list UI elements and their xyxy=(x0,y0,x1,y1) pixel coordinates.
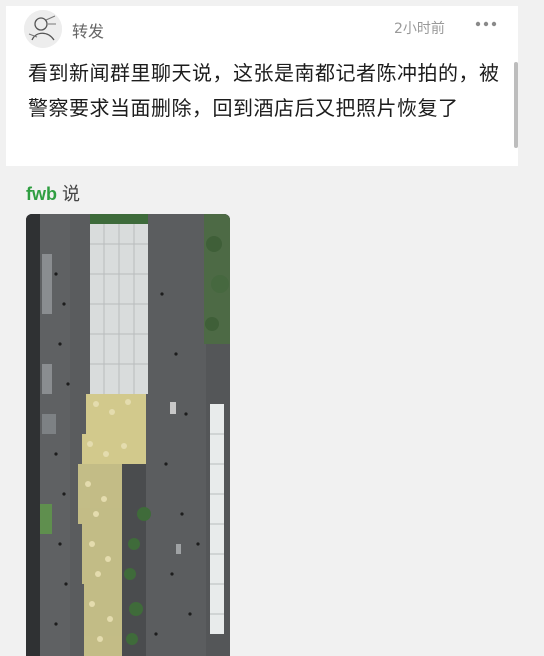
avatar[interactable] xyxy=(24,10,62,48)
post-card: 转发 2小时前 看到新闻群里聊天说，这张是南都记者陈冲拍的，被警察要求当面删除，… xyxy=(6,6,518,166)
more-dots-icon[interactable] xyxy=(474,18,498,30)
reply-author[interactable]: fwb xyxy=(26,184,57,204)
aerial-photo-illustration xyxy=(26,214,230,656)
reply-header: fwb 说 xyxy=(26,180,80,206)
post-title: 转发 xyxy=(72,22,105,41)
avatar-sketch-icon xyxy=(24,10,62,48)
scrollbar[interactable] xyxy=(514,62,518,148)
post-timestamp: 2小时前 xyxy=(394,21,445,37)
aerial-street-photo[interactable] xyxy=(26,214,230,656)
reply-verb: 说 xyxy=(62,184,81,204)
post-message: 看到新闻群里聊天说，这张是南都记者陈冲拍的，被警察要求当面删除，回到酒店后又把照… xyxy=(28,61,500,120)
